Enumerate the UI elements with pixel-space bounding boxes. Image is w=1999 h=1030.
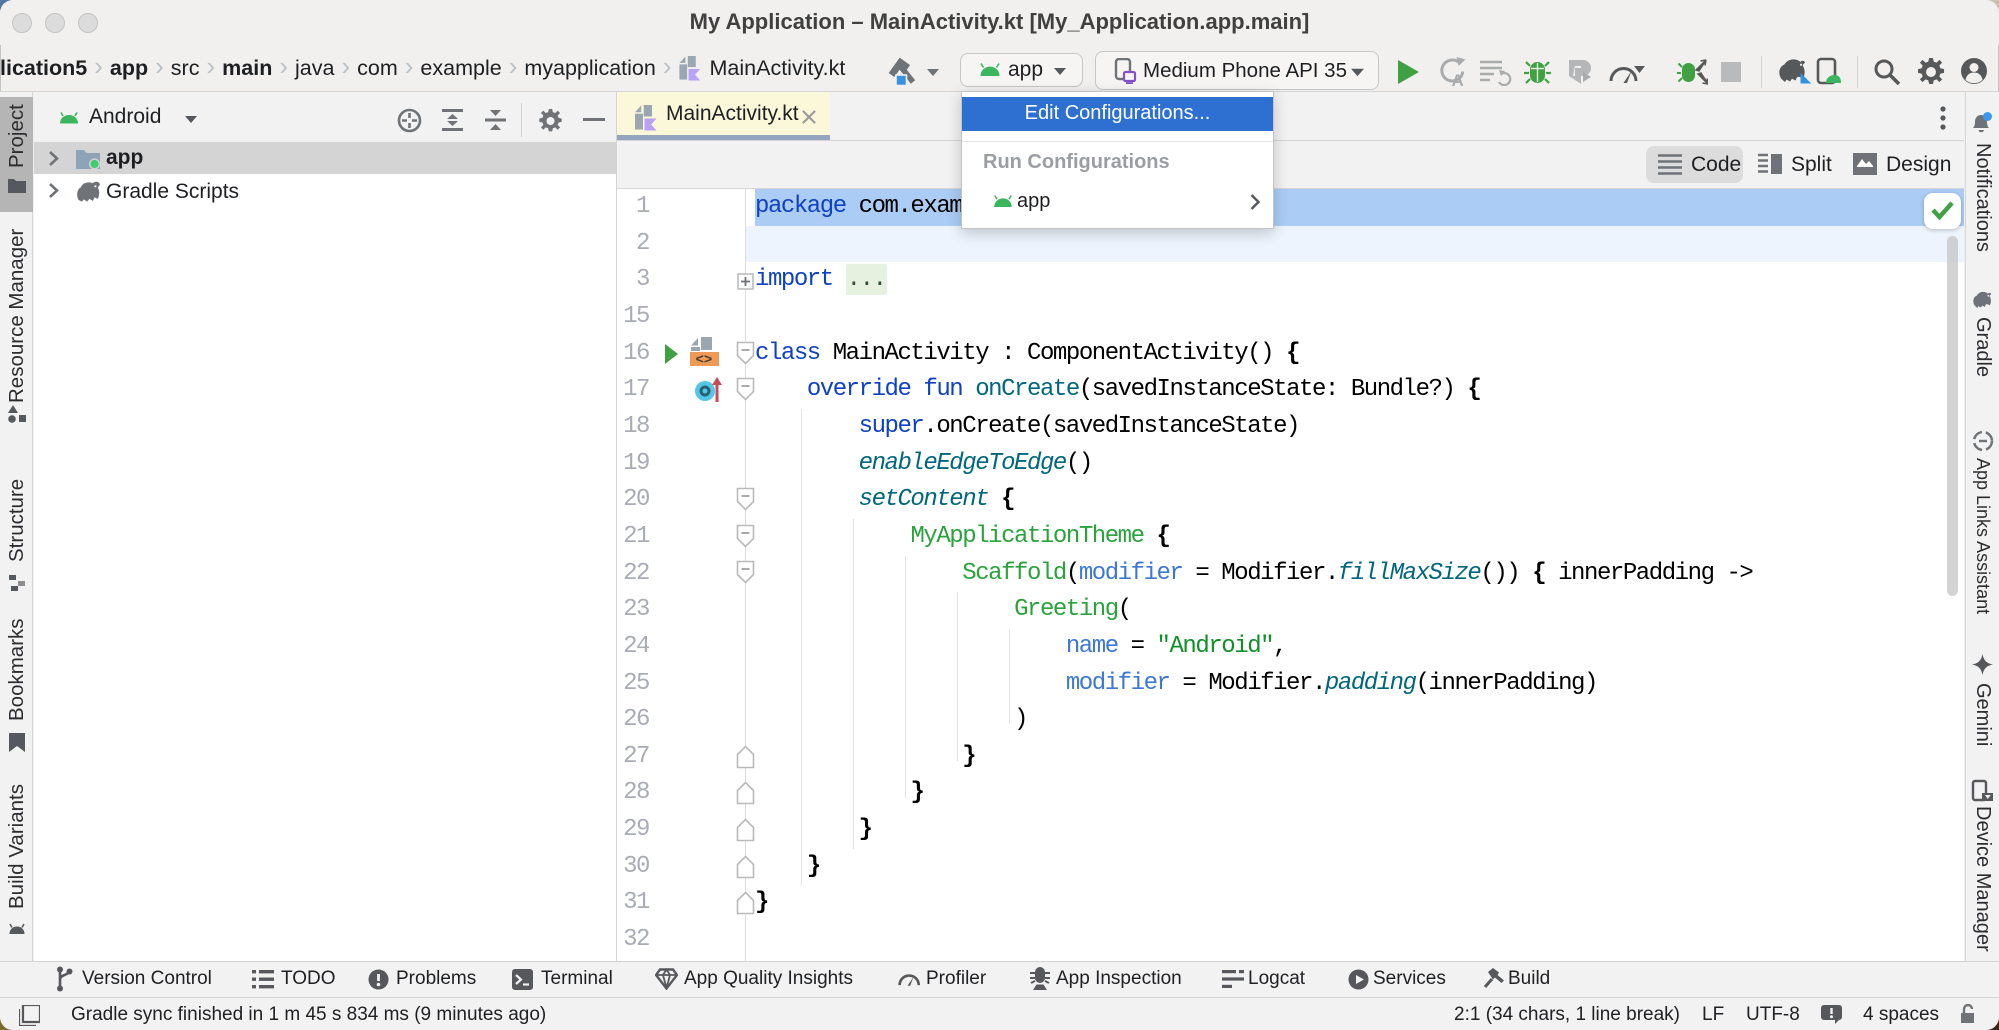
svg-text:A: A xyxy=(1452,71,1464,87)
svg-text:<>: <> xyxy=(696,353,713,368)
